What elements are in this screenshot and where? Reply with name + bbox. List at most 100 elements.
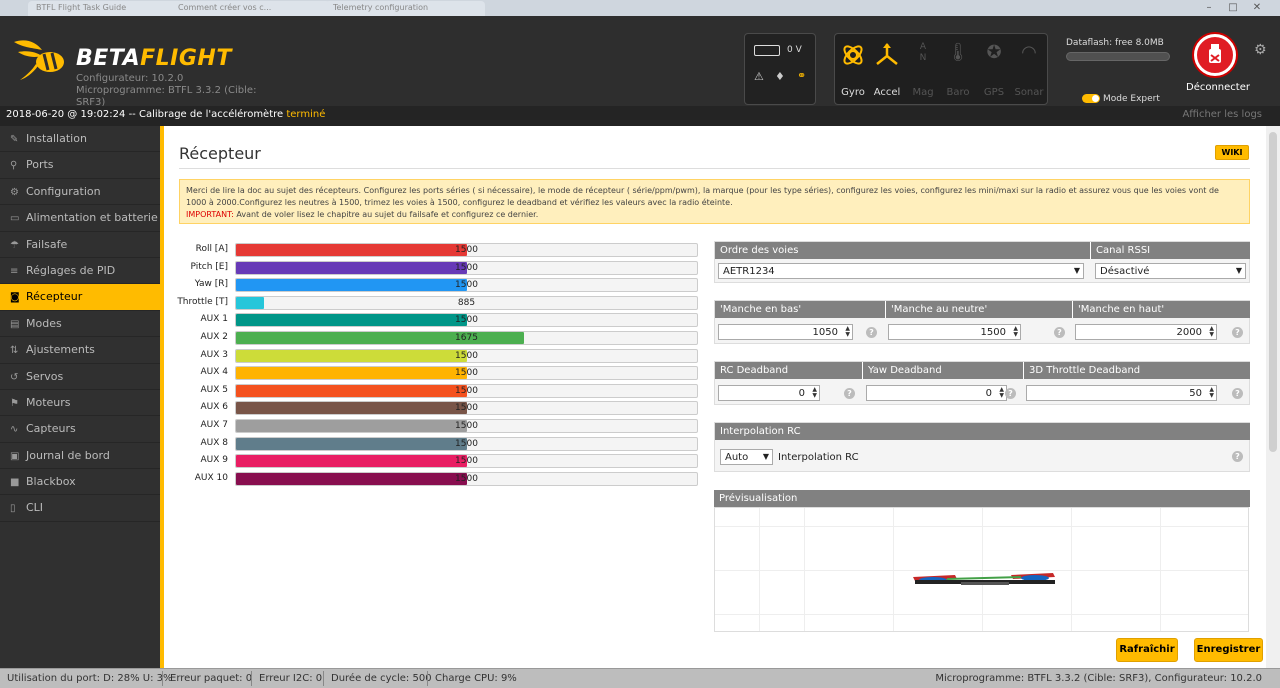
channel-row: Throttle [T] 885 [164,295,698,310]
yaw-deadband-input[interactable]: 0 ▲ ▼ [866,385,1007,401]
bee-logo-icon [14,40,64,80]
battery-icon: ▭ [10,213,20,225]
dropdown-arrow-icon: ▼ [1073,266,1080,275]
settings-gear-icon[interactable]: ⚙ [1254,42,1267,58]
rssi-channel-select[interactable]: Désactivé ▼ [1095,263,1246,279]
sidebar-item-label: Modes [26,316,62,330]
channel-value: 1500 [455,368,478,379]
version-info: Microprogramme: BTFL 3.3.2 (Cible: SRF3)… [935,673,1262,684]
sidebar-nav: ✎ Installation ⚲ Ports ⚙ Configuration ▭ Alimen… [0,126,160,668]
channel-row: AUX 7 1500 [164,419,698,433]
channel-track: 1500 [235,243,698,257]
help-icon[interactable]: ? [844,388,855,399]
channel-row: AUX 9 1500 [164,454,698,469]
show-logs-link[interactable]: Afficher les logs [1182,109,1262,120]
interpolation-select[interactable]: Auto ▼ [720,449,773,465]
rc-deadband-input[interactable]: 0 ▲ ▼ [718,385,820,401]
channel-track: 1500 [235,348,698,363]
browser-tab[interactable]: Comment créer vos c... [170,1,330,16]
sidebar-item-log[interactable]: ▣ Journal de bord [0,443,160,470]
sidebar-item-blackbox[interactable]: ■ Blackbox [0,469,160,496]
configurator-version: Configurateur: 10.2.0 [76,73,184,84]
sidebar-item-sensor[interactable]: ∿ Capteurs [0,416,160,443]
channel-label: AUX 1 [200,314,229,325]
thermometer-icon: 🌡 [946,42,970,63]
channel-row: AUX 2 1675 [164,331,698,345]
channel-value: 1500 [455,438,478,449]
app-header: BETAFLIGHT Configurateur: 10.2.0 Micropr… [0,16,1280,108]
spinner-icon: ▲ ▼ [1209,325,1214,338]
receiver-icon: ◙ [10,292,20,304]
sidebar-item-adjust[interactable]: ⇅ Ajustements [0,337,160,364]
browser-tab[interactable]: Telemetry configuration [325,1,485,16]
scrollbar-thumb[interactable] [1269,132,1277,452]
stick-center-input[interactable]: 1500 ▲ ▼ [888,324,1021,340]
channel-value: 1500 [455,403,478,414]
refresh-button[interactable]: Rafraîchir [1116,638,1178,662]
deadband-panel: RC Deadband Yaw Deadband 3D Throttle Dea… [714,361,1250,405]
channel-row: AUX 5 1500 [164,383,698,398]
channel-track: 1500 [235,366,698,381]
wiki-button[interactable]: WIKI [1215,145,1249,160]
sidebar-item-label: Journal de bord [26,448,110,462]
stick-low-input[interactable]: 1050 ▲ ▼ [718,324,853,340]
status-bar: Utilisation du port: D: 28% U: 3% Erreur… [0,668,1280,688]
sonar-icon: ◠ [1021,42,1037,63]
maximize-icon[interactable]: □ [1222,1,1244,14]
sidebar-item-gear[interactable]: ⚙ Configuration [0,179,160,206]
sidebar-item-label: Servos [26,369,64,383]
minimize-icon[interactable]: – [1198,1,1220,14]
channel-label: AUX 4 [200,367,229,378]
help-icon[interactable]: ? [1232,388,1243,399]
help-icon[interactable]: ? [1005,388,1016,399]
page-title: Récepteur [179,144,261,163]
help-icon[interactable]: ? [1054,327,1065,338]
sidebar-item-label: Ajustements [26,343,95,357]
channel-order-input[interactable]: AETR1234 ▼ [718,263,1084,279]
close-icon[interactable]: ✕ [1246,1,1268,14]
help-icon[interactable]: ? [866,327,877,338]
scrollbar[interactable] [1266,126,1280,668]
channel-value: 1500 [455,280,478,291]
port-usage: Utilisation du port: D: 28% U: 3% [7,673,173,684]
disconnect-button[interactable]: Déconnecter [1186,34,1250,93]
sidebar-item-parachute[interactable]: ☂ Failsafe [0,232,160,258]
model-preview [714,507,1249,632]
rc-deadband-header: RC Deadband [715,362,862,379]
gear-icon: ⚙ [10,186,19,198]
sidebar-item-receiver[interactable]: ◙ Récepteur [0,284,160,311]
sidebar-item-servo[interactable]: ↺ Servos [0,364,160,390]
baro-sensor: 🌡 Baro [941,40,975,100]
channel-track: 1675 [235,331,698,345]
interpolation-header: Interpolation RC [715,423,1250,440]
channel-value: 1500 [455,456,478,467]
sidebar-item-label: Ports [26,158,54,172]
throttle3d-deadband-input[interactable]: 50 ▲ ▼ [1026,385,1217,401]
sidebar-item-modes[interactable]: ▤ Modes [0,311,160,338]
channel-row: Roll [A] 1500 [164,243,698,257]
gyro-icon [843,45,863,65]
log-icon: ▣ [10,450,20,462]
battery-icon [754,45,780,56]
channel-row: AUX 3 1500 [164,348,698,363]
sidebar-item-battery[interactable]: ▭ Alimentation et batterie [0,205,160,232]
help-icon[interactable]: ? [1232,451,1243,462]
expert-mode-toggle[interactable]: Mode Expert [1082,94,1160,104]
stick-high-input[interactable]: 2000 ▲ ▼ [1075,324,1217,340]
save-button[interactable]: Enregistrer [1194,638,1263,662]
channel-track: 1500 [235,260,698,275]
channel-label: AUX 7 [200,420,229,430]
servo-icon: ↺ [10,371,19,383]
sidebar-item-terminal[interactable]: ▯ CLI [0,495,160,522]
sidebar-item-sliders[interactable]: ≡ Réglages de PID [0,258,160,285]
quadcopter-model-icon [913,573,1055,585]
help-icon[interactable]: ? [1232,327,1243,338]
packet-errors: Erreur paquet: 0 [170,673,253,684]
sidebar-item-plug[interactable]: ⚲ Ports [0,152,160,179]
mag-sensor: AN Mag [906,40,940,100]
sidebar-item-motor[interactable]: ⚑ Moteurs [0,390,160,417]
sidebar-item-wrench[interactable]: ✎ Installation [0,126,160,153]
sliders-icon: ≡ [10,265,19,277]
channel-label: AUX 2 [200,332,229,342]
browser-tab[interactable]: BTFL Flight Task Guide [28,1,188,16]
